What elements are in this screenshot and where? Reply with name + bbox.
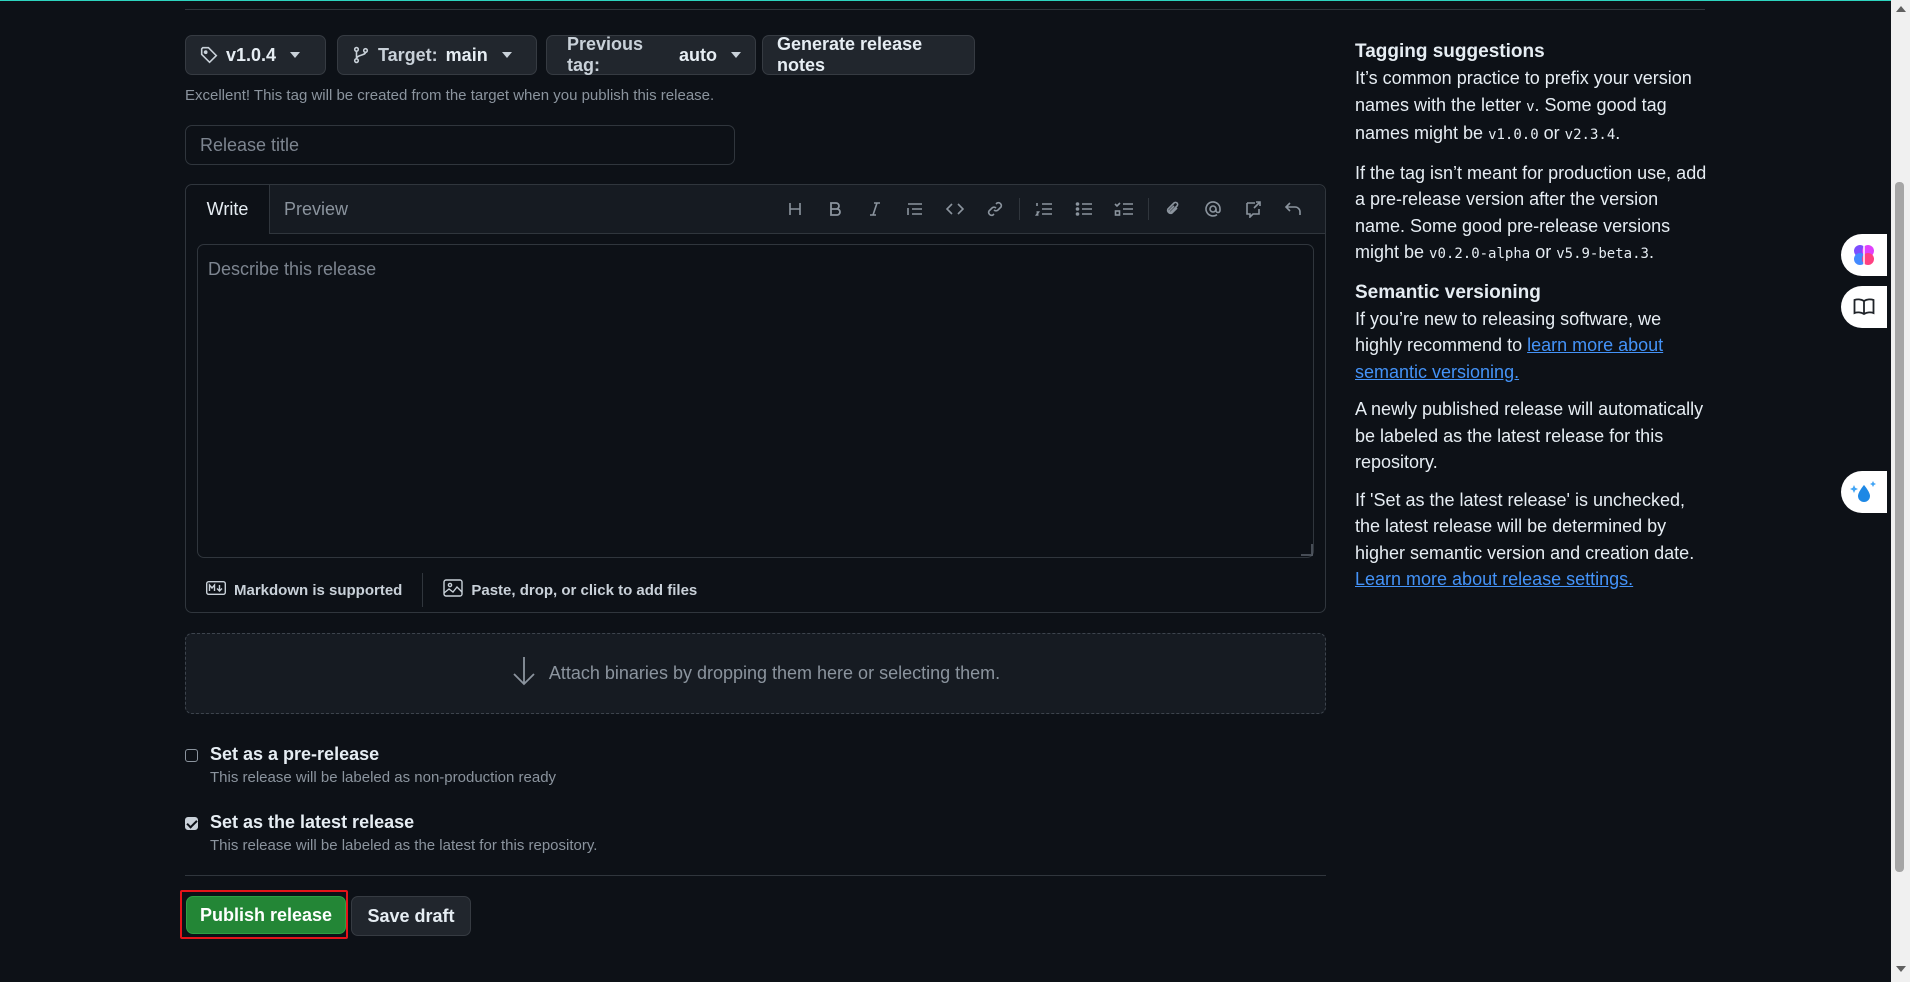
image-icon	[443, 579, 464, 601]
tagging-paragraph-2: If the tag isn’t meant for production us…	[1355, 162, 1707, 263]
latest-release-checkbox[interactable]	[185, 817, 198, 830]
toolbar-separator	[1019, 198, 1020, 220]
add-files-label: Paste, drop, or click to add files	[471, 581, 698, 599]
scrollbar-thumb[interactable]	[1895, 182, 1904, 872]
markdown-label: Markdown is supported	[234, 581, 403, 599]
attach-binaries-label: Attach binaries by dropping them here or…	[548, 663, 1001, 683]
previous-tag-prefix: Previous tag:	[567, 34, 644, 75]
release-description-editor: Write Preview Describe this release Mark…	[185, 184, 1326, 613]
target-select-prefix: Target:	[378, 44, 438, 65]
tab-write[interactable]: Write	[186, 185, 270, 234]
chevron-down-icon	[501, 52, 512, 58]
add-files-button[interactable]: Paste, drop, or click to add files	[423, 579, 717, 601]
tag-select-button[interactable]: v1.0.4	[185, 35, 326, 75]
arrow-down-icon	[511, 655, 537, 692]
prerelease-checkbox[interactable]	[185, 749, 198, 762]
target-select-button[interactable]: Target: main	[337, 35, 537, 75]
release-description-textarea[interactable]	[197, 244, 1314, 558]
tagging-paragraph-1: It’s common practice to prefix your vers…	[1355, 68, 1692, 143]
generate-release-notes-label: Generate release notes	[777, 34, 923, 75]
previous-tag-select-button[interactable]: Previous tag: auto	[546, 34, 756, 75]
quote-icon[interactable]	[895, 189, 935, 229]
actions-divider	[185, 875, 1326, 876]
prerelease-description: This release will be labeled as non-prod…	[210, 769, 557, 786]
scroll-up-arrow-icon[interactable]	[1896, 6, 1906, 12]
latest-release-description: This release will be labeled as the late…	[210, 837, 598, 854]
heading-icon[interactable]	[775, 189, 815, 229]
release-settings-link[interactable]: Learn more about release settings.	[1355, 569, 1633, 589]
publish-release-button[interactable]: Publish release	[186, 896, 346, 934]
ordered-list-icon[interactable]	[1024, 189, 1064, 229]
release-title-input[interactable]	[185, 125, 735, 165]
chevron-down-icon	[290, 52, 301, 58]
semver-paragraph-1: If you’re new to releasing software, we …	[1355, 308, 1664, 382]
previous-tag-value: auto	[679, 44, 717, 65]
mention-icon[interactable]	[1193, 189, 1233, 229]
reference-icon[interactable]	[1233, 189, 1273, 229]
target-select-value: main	[445, 44, 488, 65]
markdown-icon	[205, 580, 227, 599]
save-draft-button[interactable]: Save draft	[351, 896, 471, 936]
markdown-toolbar	[775, 185, 1313, 233]
brain-icon[interactable]	[1841, 234, 1887, 276]
tag-select-label: v1.0.4	[226, 44, 277, 65]
branch-icon	[352, 46, 370, 64]
tab-preview[interactable]: Preview	[270, 185, 362, 233]
section-divider	[185, 9, 1705, 10]
attach-binaries-dropzone[interactable]: Attach binaries by dropping them here or…	[185, 633, 1326, 714]
semver-paragraph-3: If 'Set as the latest release' is unchec…	[1355, 489, 1695, 590]
undo-icon[interactable]	[1273, 189, 1313, 229]
attach-icon[interactable]	[1153, 189, 1193, 229]
toolbar-separator	[1148, 198, 1149, 220]
unordered-list-icon[interactable]	[1064, 189, 1104, 229]
semantic-versioning-title: Semantic versioning	[1355, 281, 1541, 303]
task-list-icon[interactable]	[1104, 189, 1144, 229]
bold-icon[interactable]	[815, 189, 855, 229]
sparkle-drop-icon[interactable]	[1841, 471, 1887, 513]
link-icon[interactable]	[975, 189, 1015, 229]
tag-icon	[200, 46, 218, 64]
italic-icon[interactable]	[855, 189, 895, 229]
markdown-help-link[interactable]: Markdown is supported	[186, 580, 422, 599]
window-top-edge	[0, 0, 1910, 1]
book-icon[interactable]	[1841, 286, 1887, 328]
tagging-suggestions-title: Tagging suggestions	[1355, 41, 1545, 62]
scroll-down-arrow-icon[interactable]	[1896, 966, 1906, 972]
editor-footer: Markdown is supported Paste, drop, or cl…	[186, 568, 1325, 612]
resize-handle[interactable]	[1301, 544, 1313, 556]
semver-paragraph-2: A newly published release will automatic…	[1355, 399, 1704, 472]
editor-tab-bar: Write Preview	[186, 185, 1325, 234]
generate-release-notes-button[interactable]: Generate release notes	[762, 34, 975, 75]
release-help-sidebar: Tagging suggestions It’s common practice…	[1355, 38, 1710, 604]
latest-release-label[interactable]: Set as the latest release	[210, 812, 414, 833]
chevron-down-icon	[731, 52, 741, 58]
tag-hint: Excellent! This tag will be created from…	[185, 87, 715, 104]
code-icon[interactable]	[935, 189, 975, 229]
prerelease-label[interactable]: Set as a pre-release	[210, 744, 379, 765]
